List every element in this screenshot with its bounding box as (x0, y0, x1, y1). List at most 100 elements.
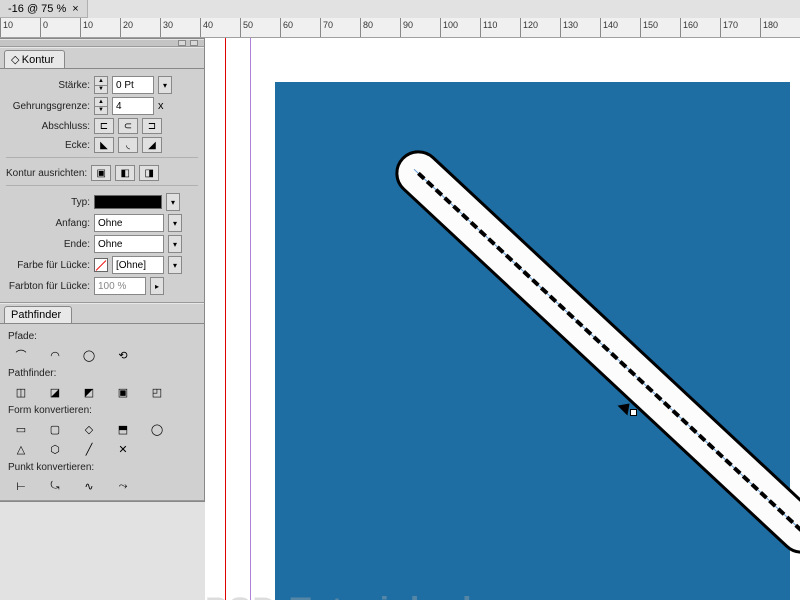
pf-exclude-icon[interactable]: ▣ (114, 384, 132, 400)
typ-dropdown[interactable]: ▾ (166, 193, 180, 211)
ruler-tick: 40 (200, 18, 240, 38)
canvas[interactable]: PSD-Tutorials.de (205, 38, 800, 600)
label-pfade: Pfade: (6, 328, 198, 345)
anfang-select[interactable]: Ohne (94, 214, 164, 232)
cap-square-button[interactable]: ⊐ (142, 118, 162, 134)
shape-triangle-icon[interactable]: △ (12, 441, 30, 457)
document-tab[interactable]: -16 @ 75 % × (0, 0, 88, 18)
ruler-tick: 60 (280, 18, 320, 38)
path-open-icon[interactable]: ◠ (46, 347, 64, 363)
path-reverse-icon[interactable]: ⟲ (114, 347, 132, 363)
ruler-tick: 140 (600, 18, 640, 38)
artboard (275, 82, 790, 600)
ruler-tick: 90 (400, 18, 440, 38)
ruler-tick: 110 (480, 18, 520, 38)
gap-color-select[interactable]: [Ohne] (112, 256, 164, 274)
ruler-tick: 0 (40, 18, 80, 38)
label-punkt: Punkt konvertieren: (6, 459, 198, 476)
ruler-tick: 30 (160, 18, 200, 38)
ruler-tick: 180 (760, 18, 800, 38)
ruler-tick: 170 (720, 18, 760, 38)
label-farbton: Farbton für Lücke: (6, 281, 90, 292)
label-pathfinder: Pathfinder: (6, 365, 198, 382)
road-dash-line (417, 172, 800, 532)
gehrung-stepper[interactable]: ▲▼ (94, 97, 108, 115)
ruler-tick: 70 (320, 18, 360, 38)
cap-round-button[interactable]: ⊂ (118, 118, 138, 134)
gap-tint-dropdown[interactable]: ▸ (150, 277, 164, 295)
gap-color-dropdown[interactable]: ▾ (168, 256, 182, 274)
pt-smooth-icon[interactable]: ∿ (80, 478, 98, 494)
ruler-tick: 130 (560, 18, 600, 38)
join-bevel-button[interactable]: ◢ (142, 137, 162, 153)
watermark: PSD-Tutorials.de (205, 591, 492, 600)
ende-dropdown[interactable]: ▾ (168, 235, 182, 253)
road-object[interactable] (395, 122, 800, 582)
gehrung-unit: x (158, 100, 164, 112)
label-anfang: Anfang: (6, 218, 90, 229)
panel-pathfinder: Pathfinder Pfade: ⌒ ◠ ◯ ⟲ Pathfinder: ◫ … (0, 303, 204, 501)
join-miter-button[interactable]: ◣ (94, 137, 114, 153)
shape-bevelrect-icon[interactable]: ◇ (80, 421, 98, 437)
align-outside-button[interactable]: ◨ (139, 165, 159, 181)
shape-inverserect-icon[interactable]: ⬒ (114, 421, 132, 437)
path-join-icon[interactable]: ⌒ (12, 347, 30, 363)
tab-kontur[interactable]: ◇ Kontur (4, 50, 65, 68)
ruler-tick: 100 (440, 18, 480, 38)
panel-kontur: ◇ Kontur Stärke: ▲▼ 0 Pt ▾ Gehrungsgrenz… (0, 47, 204, 303)
pf-minusback-icon[interactable]: ◰ (148, 384, 166, 400)
shape-line-icon[interactable]: ╱ (80, 441, 98, 457)
document-title: -16 @ 75 % (8, 3, 66, 15)
shape-cross-icon[interactable]: ✕ (114, 441, 132, 457)
pt-symmetric-icon[interactable]: ⤳ (114, 478, 132, 494)
guide-red[interactable] (225, 38, 226, 600)
label-ende: Ende: (6, 239, 90, 250)
ruler-tick: 10 (80, 18, 120, 38)
tab-kontur-label: Kontur (22, 54, 54, 66)
pf-add-icon[interactable]: ◫ (12, 384, 30, 400)
label-form: Form konvertieren: (6, 402, 198, 419)
label-ecke: Ecke: (6, 140, 90, 151)
staerke-input[interactable]: 0 Pt (112, 76, 154, 94)
shape-roundrect-icon[interactable]: ▢ (46, 421, 64, 437)
label-farbe: Farbe für Lücke: (6, 260, 90, 271)
panel-collapse-bar[interactable] (0, 39, 204, 47)
label-abschluss: Abschluss: (6, 121, 90, 132)
ruler-tick: 50 (240, 18, 280, 38)
guide-purple[interactable] (250, 38, 251, 600)
cap-butt-button[interactable]: ⊏ (94, 118, 114, 134)
shape-rect-icon[interactable]: ▭ (12, 421, 30, 437)
typ-swatch[interactable] (94, 195, 162, 209)
tab-pathfinder[interactable]: Pathfinder (4, 306, 72, 323)
anfang-dropdown[interactable]: ▾ (168, 214, 182, 232)
label-gehrung: Gehrungsgrenze: (6, 101, 90, 112)
path-close-icon[interactable]: ◯ (80, 347, 98, 363)
shape-ellipse-icon[interactable]: ◯ (148, 421, 166, 437)
ruler-horizontal[interactable]: 1001020304050607080901001101201301401501… (0, 18, 800, 38)
ruler-tick: 120 (520, 18, 560, 38)
ruler-tick: 20 (120, 18, 160, 38)
ende-select[interactable]: Ohne (94, 235, 164, 253)
join-round-button[interactable]: ◟ (118, 137, 138, 153)
staerke-dropdown[interactable]: ▾ (158, 76, 172, 94)
panel-stack: ◇ Kontur Stärke: ▲▼ 0 Pt ▾ Gehrungsgrenz… (0, 38, 205, 502)
ruler-tick: 150 (640, 18, 680, 38)
align-inside-button[interactable]: ◧ (115, 165, 135, 181)
ruler-tick: 160 (680, 18, 720, 38)
ruler-tick: 80 (360, 18, 400, 38)
pf-intersect-icon[interactable]: ◩ (80, 384, 98, 400)
label-typ: Typ: (6, 197, 90, 208)
gap-tint-input[interactable]: 100 % (94, 277, 146, 295)
tab-pathfinder-label: Pathfinder (11, 309, 61, 321)
staerke-stepper[interactable]: ▲▼ (94, 76, 108, 94)
label-staerke: Stärke: (6, 80, 90, 91)
shape-polygon-icon[interactable]: ⬡ (46, 441, 64, 457)
gehrung-input[interactable]: 4 (112, 97, 154, 115)
align-center-button[interactable]: ▣ (91, 165, 111, 181)
gap-color-swatch[interactable] (94, 258, 108, 272)
pf-subtract-icon[interactable]: ◪ (46, 384, 64, 400)
pt-corner-icon[interactable]: ⤿ (46, 478, 64, 494)
label-ausrichten: Kontur ausrichten: (6, 168, 87, 179)
pt-plain-icon[interactable]: ⊢ (12, 478, 30, 494)
close-icon[interactable]: × (72, 3, 78, 15)
